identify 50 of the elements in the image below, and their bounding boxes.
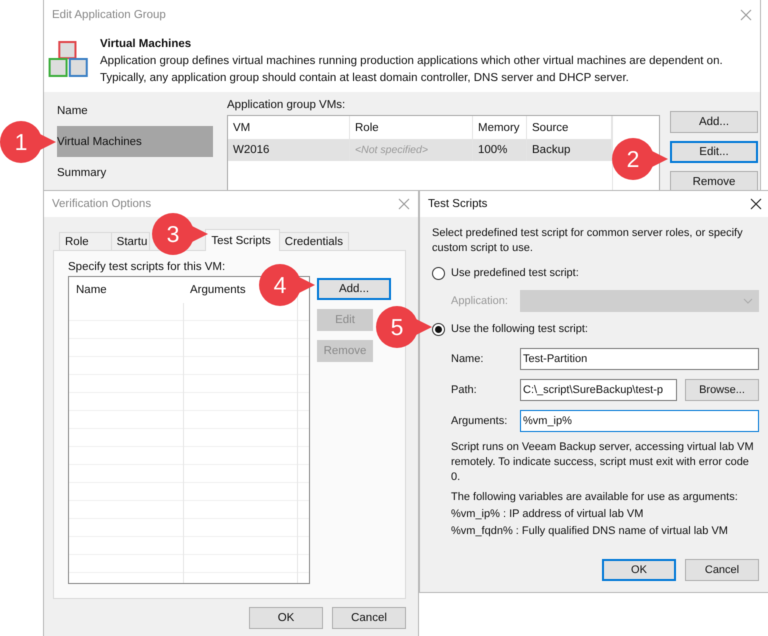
tab[interactable]: Startu [110,232,150,251]
header-title: Virtual Machines [100,38,192,50]
tab[interactable]: Test Scripts [205,229,280,251]
nav-item[interactable]: Virtual Machines [57,126,213,157]
chevron-down-icon [743,298,753,304]
step-callout: 1 [0,121,56,163]
step-callout: 3 [152,213,208,255]
tab[interactable]: Credentials [278,232,349,251]
radio-button[interactable] [432,266,445,280]
table-label: Application group VMs: [227,99,346,111]
table-action-button[interactable]: Edit... [670,141,758,163]
table-action-button[interactable]: Add... [670,111,758,133]
radio-label: Use predefined test script: [451,267,579,279]
tab[interactable]: Role [59,232,112,251]
dialog-title: Verification Options [52,198,152,210]
nav-item[interactable]: Summary [57,157,213,188]
variable-description: %vm_fqdn% : Fully qualified DNS name of virtual lab VM [451,524,729,539]
text-field[interactable]: %vm_ip% [520,410,759,432]
field-label: Path: [451,384,478,396]
table-cell: Backup [527,139,612,161]
step-callout: 4 [259,264,315,306]
dialog-button[interactable]: OK [249,607,323,629]
variables-heading: The following variables are available for use as arguments: [451,490,739,505]
close-icon[interactable] [750,198,762,210]
dialog-button[interactable]: Cancel [685,559,759,581]
note-text: Script runs on Veeam Backup server, accessing virtual lab VM remotely. To indicate success, script must exit with error code 0. [451,440,755,485]
field-label: Arguments: [451,415,508,427]
header-description: Application group defines virtual machines running production applications which other virtual machines are dependent on. Typically, any application group should contain at least domain controller, DNS server and DHCP server. [100,54,724,86]
text-field[interactable]: Test-Partition [520,348,759,370]
list-action-button[interactable]: Add... [317,278,391,300]
dialog-button[interactable]: Cancel [332,607,406,629]
browse-button[interactable]: Browse... [685,379,759,401]
window-title: Edit Application Group [52,9,166,21]
table-cell: W2016 [228,139,350,161]
step-callout: 2 [612,138,668,180]
text-field[interactable]: C:\_script\SureBackup\test-p [520,379,677,401]
instructions-text: Select predefined test script for common server roles, or specify custom script to use. [432,226,744,256]
field-label: Application: [451,295,509,307]
dialog-button[interactable]: OK [602,559,676,581]
nav-item[interactable]: Name [57,95,213,126]
radio-label: Use the following test script: [451,323,588,335]
dialog-title: Test Scripts [428,198,488,210]
step-callout: 5 [376,306,432,348]
table-cell: 100% [473,139,527,161]
field-label: Name: [451,353,484,365]
variable-description: %vm_ip% : IP address of virtual lab VM [451,507,644,522]
radio-button[interactable] [432,322,445,336]
table-cell: <Not specified> [350,139,473,161]
column-header[interactable]: Arguments [183,277,246,303]
list-prompt: Specify test scripts for this VM: [68,261,226,273]
